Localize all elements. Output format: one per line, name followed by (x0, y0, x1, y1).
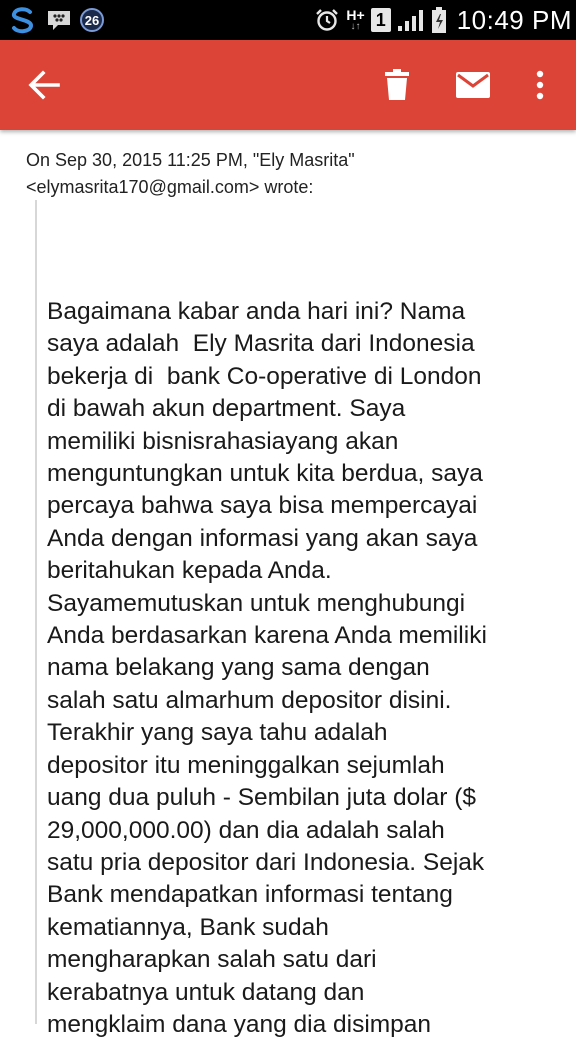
delete-icon (385, 69, 409, 100)
sim-slot: 1 (370, 8, 391, 32)
notification-count: 26 (80, 8, 104, 32)
bbm-icon (46, 4, 72, 36)
app-bar (0, 40, 576, 130)
quoted-message-body: Bagaimana kabar anda hari ini? Nama saya… (47, 298, 487, 1038)
quote-divider (35, 200, 37, 1024)
back-arrow-icon (28, 70, 60, 100)
battery-icon (431, 4, 447, 36)
status-bar: 26 H+ ↓↑ 1 10:49 PM (0, 0, 576, 40)
quote-header-sender: <elymasrita170@gmail.com> wrote: (26, 177, 314, 197)
mail-icon (456, 72, 490, 98)
signal-icon (397, 4, 425, 36)
network-hplus-icon: H+ ↓↑ (346, 7, 365, 32)
swiftkey-icon (8, 4, 38, 36)
delete-button[interactable] (373, 61, 421, 109)
overflow-menu-button[interactable] (516, 61, 564, 109)
quote-header-line: On Sep 30, 2015 11:25 PM, "Ely Masrita" (26, 150, 355, 170)
sim-icon: 1 (370, 4, 391, 36)
alarm-icon (314, 4, 340, 36)
overflow-menu-icon (536, 70, 544, 100)
mark-unread-button[interactable] (449, 61, 497, 109)
back-button[interactable] (20, 61, 68, 109)
notification-count-icon: 26 (80, 4, 104, 36)
status-time: 10:49 PM (456, 4, 572, 35)
